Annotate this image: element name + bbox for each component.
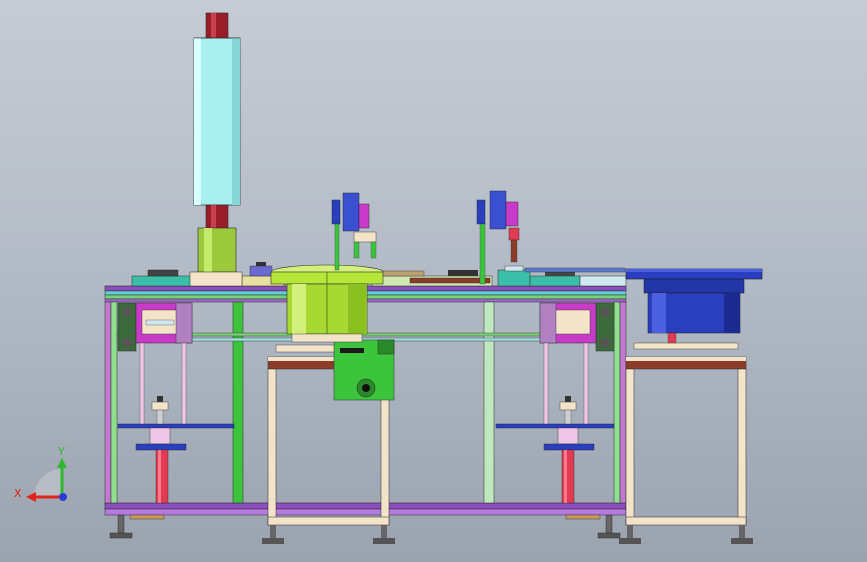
left-gripper [331,192,377,271]
x-axis-label: X [14,487,22,500]
z-axis-dot [59,493,67,501]
y-axis-label: Y [57,445,65,458]
coordinate-triad: Y X [14,445,67,502]
blue-bowl-feeder [625,268,763,344]
press-column [189,12,243,287]
cad-viewport[interactable]: Y X [0,0,867,562]
right-feeder-table [619,342,753,544]
green-bowl-feeder [270,264,384,343]
machine-assembly-drawing: Y X [14,12,763,544]
